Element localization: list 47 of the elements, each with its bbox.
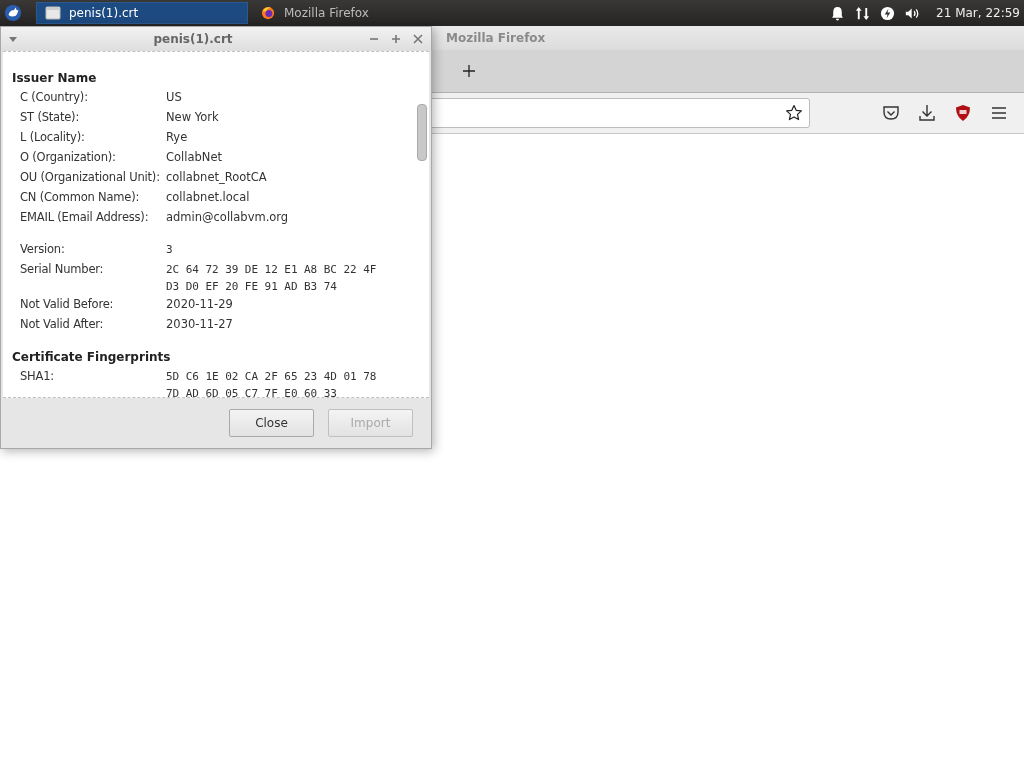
power-icon[interactable] xyxy=(880,5,896,21)
field-label: O (Organization): xyxy=(20,149,117,166)
field-label: OU (Organizational Unit): xyxy=(20,169,161,186)
section-heading: Issuer Name xyxy=(12,70,98,87)
maximize-icon[interactable] xyxy=(391,34,401,44)
taskbar-button[interactable]: penis(1).crt xyxy=(36,2,248,24)
field-label: Version: xyxy=(20,241,66,258)
field-value: 2020-11-29 xyxy=(166,296,234,313)
field-label: Serial Number: xyxy=(20,261,105,278)
section-heading: Certificate Fingerprints xyxy=(12,349,172,366)
menu-icon[interactable] xyxy=(990,104,1008,122)
bell-icon[interactable] xyxy=(830,5,846,21)
app-menu-icon[interactable] xyxy=(4,4,22,22)
clock[interactable]: 21 Mar, 22:59 xyxy=(936,6,1020,20)
firefox-icon xyxy=(260,6,276,20)
pocket-icon[interactable] xyxy=(882,104,900,122)
taskbar-button[interactable]: Mozilla Firefox xyxy=(252,2,464,24)
network-arrows-icon[interactable] xyxy=(855,5,871,21)
field-value: 5D C6 1E 02 CA 2F 65 23 4D 01 78 7D AD 6D 05 C7 7F E0 60 33 xyxy=(166,369,378,397)
field-value: New York xyxy=(166,109,220,126)
window-title: penis(1).crt xyxy=(152,32,234,46)
field-value: CollabNet xyxy=(166,149,223,166)
field-value: Rye xyxy=(166,129,189,146)
field-label: L (Locality): xyxy=(20,129,86,146)
shield-icon[interactable] xyxy=(954,104,972,122)
field-value: admin@collabvm.org xyxy=(166,209,290,226)
window-menu-icon[interactable] xyxy=(9,36,17,42)
field-label: EMAIL (Email Address): xyxy=(20,209,150,226)
field-label: Not Valid After: xyxy=(20,316,105,333)
field-label: CN (Common Name): xyxy=(20,189,141,206)
window-title: Mozilla Firefox xyxy=(446,31,546,45)
field-value: 2C 64 72 39 DE 12 E1 A8 BC 22 4F D3 D0 EF 20 FE 91 AD B3 74 xyxy=(166,262,378,295)
field-value: 2030-11-27 xyxy=(166,316,234,333)
field-value: 3 xyxy=(166,242,174,258)
field-label: Not Valid Before: xyxy=(20,296,115,313)
close-icon[interactable] xyxy=(413,34,423,44)
field-value: collabnet.local xyxy=(166,189,251,206)
field-label: SHA1: xyxy=(20,368,55,385)
field-value: collabnet_RootCA xyxy=(166,169,268,186)
dialog-button[interactable]: Close xyxy=(229,409,314,437)
download-icon[interactable] xyxy=(918,104,936,122)
field-value: US xyxy=(166,89,183,106)
field-label: C (Country): xyxy=(20,89,89,106)
window-icon xyxy=(45,6,61,20)
new-tab-icon[interactable] xyxy=(462,64,476,78)
field-label: ST (State): xyxy=(20,109,81,126)
star-icon[interactable] xyxy=(785,104,803,122)
